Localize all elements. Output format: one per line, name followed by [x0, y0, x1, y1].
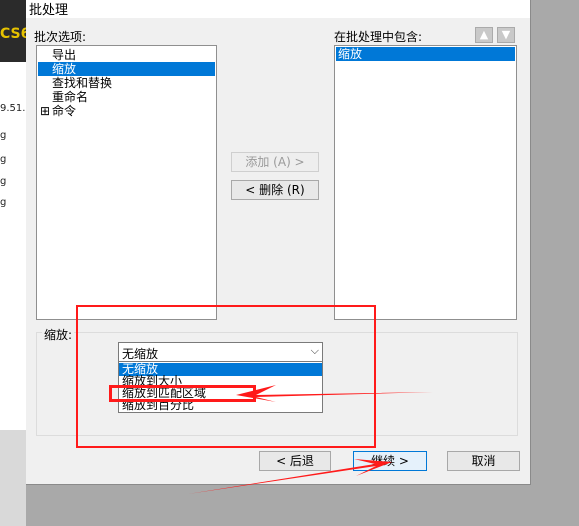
- annotation-arrows: [188, 385, 433, 494]
- annotation-arrow-to-option: [236, 385, 433, 402]
- annotation-arrow-to-continue: [188, 459, 392, 494]
